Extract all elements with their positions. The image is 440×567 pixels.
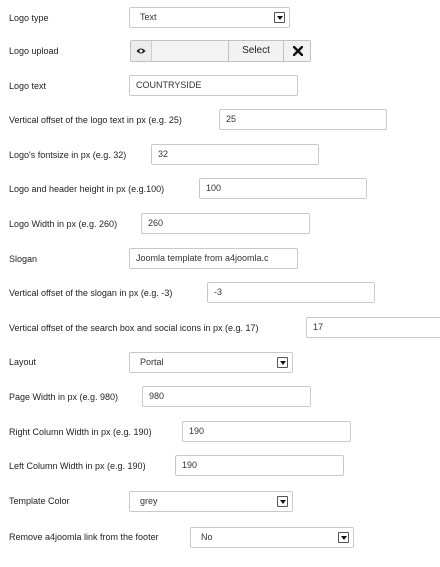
header-height-label: Logo and header height in px (e.g.100) <box>9 184 165 194</box>
right-col-width-input[interactable]: 190 <box>182 421 351 442</box>
logo-type-select[interactable]: Text <box>129 7 290 28</box>
layout-value: Portal <box>140 357 164 367</box>
close-icon[interactable] <box>283 41 310 61</box>
logo-offset-label: Vertical offset of the logo text in px (… <box>9 115 182 125</box>
logo-offset-input[interactable]: 25 <box>219 109 387 130</box>
left-col-width-input[interactable]: 190 <box>175 455 344 476</box>
layout-label: Layout <box>9 357 37 367</box>
template-color-value: grey <box>140 496 158 506</box>
slogan-label: Slogan <box>9 254 38 264</box>
logo-fontsize-label: Logo's fontsize in px (e.g. 32) <box>9 150 127 160</box>
layout-select[interactable]: Portal <box>129 352 293 373</box>
slogan-input[interactable]: Joomla template from a4joomla.c <box>129 248 298 269</box>
slogan-offset-label: Vertical offset of the slogan in px (e.g… <box>9 288 173 298</box>
eye-icon[interactable] <box>131 41 152 61</box>
logo-type-label: Logo type <box>9 13 49 23</box>
chevron-down-icon[interactable] <box>277 357 288 368</box>
chevron-down-icon[interactable] <box>277 496 288 507</box>
template-color-select[interactable]: grey <box>129 491 293 512</box>
logo-width-label: Logo Width in px (e.g. 260) <box>9 219 118 229</box>
chevron-down-icon[interactable] <box>274 12 285 23</box>
logo-fontsize-input[interactable]: 32 <box>151 144 319 165</box>
slogan-offset-input[interactable]: -3 <box>207 282 375 303</box>
remove-link-select[interactable]: No <box>190 527 354 548</box>
remove-link-value: No <box>201 532 213 542</box>
left-col-width-label: Left Column Width in px (e.g. 190) <box>9 461 146 471</box>
logo-text-label: Logo text <box>9 81 47 91</box>
page-width-label: Page Width in px (e.g. 980) <box>9 392 119 402</box>
search-offset-input[interactable]: 17 <box>306 317 440 338</box>
search-offset-label: Vertical offset of the search box and so… <box>9 323 259 333</box>
header-height-input[interactable]: 100 <box>199 178 367 199</box>
logo-upload-select-button[interactable]: Select <box>228 41 283 61</box>
right-col-width-label: Right Column Width in px (e.g. 190) <box>9 427 152 437</box>
page-width-input[interactable]: 980 <box>142 386 311 407</box>
remove-link-label: Remove a4joomla link from the footer <box>9 532 159 542</box>
logo-upload-label: Logo upload <box>9 46 59 56</box>
logo-text-input[interactable]: COUNTRYSIDE <box>129 75 298 96</box>
logo-type-value: Text <box>140 12 157 22</box>
logo-upload-field[interactable]: Select <box>130 40 311 62</box>
chevron-down-icon[interactable] <box>338 532 349 543</box>
template-color-label: Template Color <box>9 496 70 506</box>
logo-width-input[interactable]: 260 <box>141 213 310 234</box>
